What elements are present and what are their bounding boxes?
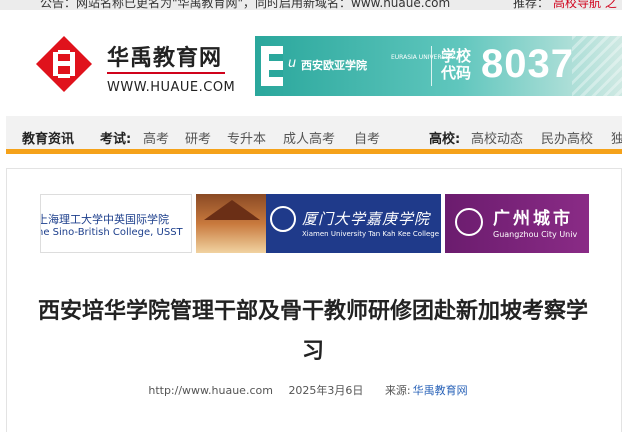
- site-header: 华禹教育网 WWW.HUAUE.COM u 西安欧亚学院 EURASIA UNI…: [0, 10, 622, 116]
- eurasia-ad-banner[interactable]: u 西安欧亚学院 EURASIA UNIVERSITY 学校代码 8037: [255, 36, 622, 96]
- nav-exam-zhuanshengben[interactable]: 专升本: [227, 128, 266, 147]
- nav-uni-private[interactable]: 民办高校: [541, 128, 593, 147]
- announcement-bar: 公告：网站名称已更名为"华禹教育网"，同时启用新域名：www.huaue.com…: [0, 0, 622, 10]
- usst-ad[interactable]: 上海理工大学中英国际学院 ne Sino-British College, US…: [40, 194, 192, 253]
- ad-decoration: [572, 36, 622, 96]
- site-url[interactable]: WWW.HUAUE.COM: [107, 80, 235, 95]
- nav-underline: [6, 149, 622, 154]
- recommend-label: 推荐：: [513, 0, 550, 10]
- xmu-ad-en: Xiamen University Tan Kah Kee College: [302, 230, 440, 238]
- recommend-link[interactable]: 高校导航 之: [553, 0, 617, 10]
- article-url[interactable]: http://www.huaue.com: [148, 384, 273, 397]
- eurasia-logo-icon: [261, 46, 283, 86]
- main-nav: 教育资讯 考试: 高考 研考 专升本 成人高考 自考 高校: 高校动态 民办高校…: [6, 116, 622, 154]
- ad-school-name: 西安欧亚学院: [301, 59, 367, 72]
- nav-uni-news[interactable]: 高校动态: [471, 128, 523, 147]
- nav-exam-yankao[interactable]: 研考: [185, 128, 211, 147]
- site-name[interactable]: 华禹教育网: [107, 40, 222, 72]
- xmu-ad-cn: 厦门大学嘉庚学院: [302, 210, 431, 228]
- building-image: [196, 194, 266, 253]
- source-label: 来源:: [384, 384, 411, 397]
- usst-ad-en: ne Sino-British College, USST: [40, 227, 183, 238]
- source-link[interactable]: 华禹教育网: [413, 384, 468, 397]
- ad-school-code: 8037: [481, 42, 574, 86]
- usst-ad-cn: 上海理工大学中英国际学院: [40, 213, 169, 226]
- nav-news[interactable]: 教育资讯: [22, 128, 74, 147]
- gzcu-ad-cn: 广州城市: [493, 209, 573, 229]
- nav-uni-more[interactable]: 独: [611, 128, 622, 147]
- article-title: 西安培华学院管理干部及骨干教师研修团赴新加坡考察学习: [37, 299, 588, 364]
- nav-uni-label: 高校:: [429, 132, 461, 147]
- xmu-seal-icon: [270, 206, 296, 232]
- xmu-tkk-ad[interactable]: 厦门大学嘉庚学院 Xiamen University Tan Kah Kee C…: [196, 194, 441, 253]
- nav-exam-adult[interactable]: 成人高考: [283, 128, 335, 147]
- announcement-text: 公告：网站名称已更名为"华禹教育网"，同时启用新域名：www.huaue.com: [40, 0, 451, 10]
- gzcu-seal-icon: [455, 208, 483, 236]
- ad-separator: [431, 46, 432, 86]
- recommend-area: 推荐： 高校导航 之: [513, 0, 617, 10]
- ad-eu-mark: u: [288, 56, 297, 71]
- ad-code-label: 学校代码: [441, 47, 472, 82]
- gzcu-ad-en: Guangzhou City Univ: [493, 230, 578, 239]
- article-meta: http://www.huaue.com 2025年3月6日 来源: 华禹教育网: [0, 382, 622, 398]
- nav-exam-zikao[interactable]: 自考: [354, 128, 380, 147]
- nav-exam-gaokao[interactable]: 高考: [143, 128, 169, 147]
- article-date: 2025年3月6日: [288, 384, 364, 397]
- nav-exam-label: 考试:: [100, 132, 132, 147]
- site-logo-icon[interactable]: [36, 36, 92, 92]
- logo-divider: [107, 72, 225, 74]
- gzcu-ad[interactable]: 广州城市 Guangzhou City Univ: [445, 194, 589, 253]
